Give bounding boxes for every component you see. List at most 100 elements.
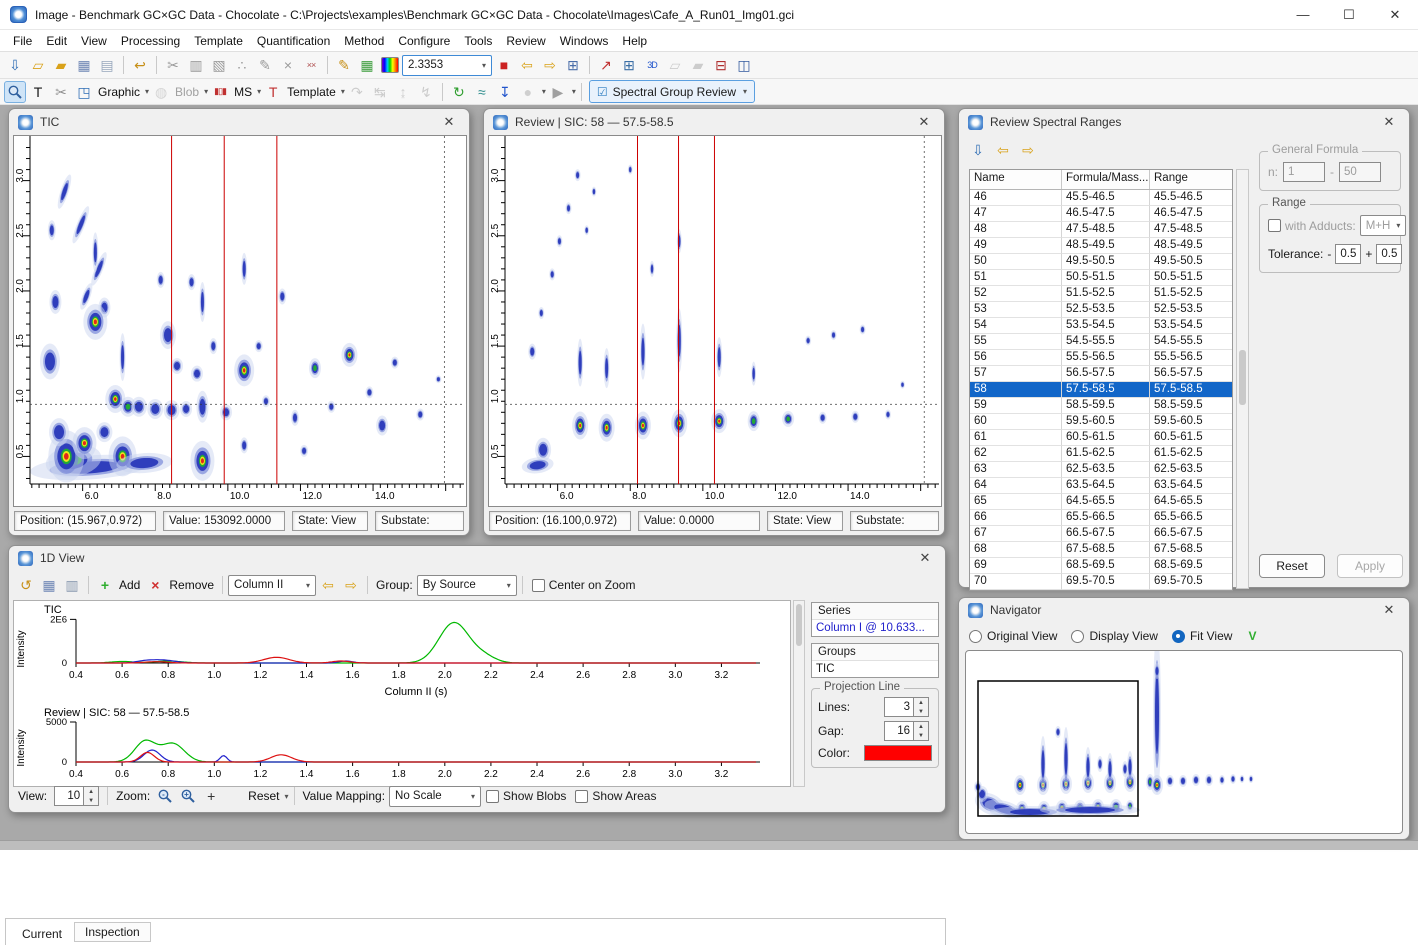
export-ranges-icon[interactable]: ⇩ xyxy=(967,139,989,161)
line-plot-icon[interactable]: ↗ xyxy=(595,54,617,76)
table-row[interactable]: 4847.5-48.547.5-48.5 xyxy=(970,222,1232,238)
copy-1d-icon[interactable]: ▥ xyxy=(61,574,83,596)
menu-edit[interactable]: Edit xyxy=(39,32,74,50)
back-icon[interactable]: ⇦ xyxy=(516,54,538,76)
close-icon[interactable]: ✕ xyxy=(913,114,935,130)
table-row[interactable]: 5857.5-58.557.5-58.5 xyxy=(970,382,1232,398)
graphic-tool[interactable]: ◳Graphic▾ xyxy=(73,81,149,103)
template-tool[interactable]: TTemplate▾ xyxy=(262,81,345,103)
lines-spinner[interactable]: 3▲▼ xyxy=(884,697,929,717)
paste-icon[interactable]: ▧ xyxy=(208,54,230,76)
zoom-tool-icon[interactable] xyxy=(4,81,26,103)
spectral-window-titlebar[interactable]: Review Spectral Ranges ✕ xyxy=(959,109,1409,135)
remove-plot-button[interactable]: ×Remove xyxy=(144,574,217,596)
table-row[interactable]: 4645.5-46.545.5-46.5 xyxy=(970,190,1232,206)
table-row[interactable]: 5251.5-52.551.5-52.5 xyxy=(970,286,1232,302)
center-on-zoom-checkbox-box[interactable] xyxy=(532,579,545,592)
colormap-value-combo[interactable]: 2.3353▾ xyxy=(402,55,492,76)
stop-icon[interactable]: ■ xyxy=(493,54,515,76)
open-image-icon[interactable]: ▱ xyxy=(27,54,49,76)
review-plot[interactable]: 6.08.010.012.014.00.51.01.52.02.53.0 xyxy=(488,135,942,507)
oned-scrollbar[interactable] xyxy=(793,600,805,787)
column-header-name[interactable]: Name xyxy=(970,170,1062,189)
table-header[interactable]: Name Formula/Mass... Range xyxy=(970,170,1232,190)
zoom-out-icon[interactable]: - xyxy=(154,785,176,807)
tab-current[interactable]: Current xyxy=(10,923,74,945)
radio-display-view[interactable]: Display View xyxy=(1071,629,1157,643)
prev-range-icon[interactable]: ⇦ xyxy=(992,139,1014,161)
close-icon[interactable]: ✕ xyxy=(914,550,936,566)
table-row[interactable]: 6564.5-65.564.5-65.5 xyxy=(970,494,1232,510)
n-from-field[interactable]: 1 xyxy=(1283,162,1325,182)
add-plot-button[interactable]: +Add xyxy=(94,574,143,596)
template-tool-icon[interactable]: T xyxy=(262,81,284,103)
table-row[interactable]: 5453.5-54.553.5-54.5 xyxy=(970,318,1232,334)
navigator-titlebar[interactable]: Navigator ✕ xyxy=(959,598,1409,622)
adducts-combo[interactable]: M+H▾ xyxy=(1360,215,1407,236)
template-apply-icon[interactable]: ↯ xyxy=(415,81,437,103)
image-list-icon[interactable]: ▱ xyxy=(664,54,686,76)
table-row[interactable]: 6362.5-63.562.5-63.5 xyxy=(970,462,1232,478)
revert-image-icon[interactable]: ▰ xyxy=(50,54,72,76)
table-row[interactable]: 5756.5-57.556.5-57.5 xyxy=(970,366,1232,382)
annotate-pen-icon[interactable]: ✎ xyxy=(333,54,355,76)
refresh-1d-icon[interactable]: ↺ xyxy=(15,574,37,596)
baseline-icon[interactable]: ↧ xyxy=(494,81,516,103)
view-count-spinner[interactable]: 10▲▼ xyxy=(54,786,99,806)
apply-button[interactable]: Apply xyxy=(1337,554,1403,578)
radio-fit-view[interactable]: Fit View xyxy=(1172,629,1232,643)
tic-window-titlebar[interactable]: TIC ✕ xyxy=(9,109,469,135)
show-blobs-checkbox[interactable]: Show Blobs xyxy=(486,789,566,803)
show-blobs-checkbox-box[interactable] xyxy=(486,790,499,803)
next-line-icon[interactable]: ⇨ xyxy=(340,574,362,596)
table-row[interactable]: 5958.5-59.558.5-59.5 xyxy=(970,398,1232,414)
colormap-icon[interactable] xyxy=(379,54,401,76)
blob-table-icon[interactable]: ⊟ xyxy=(710,54,732,76)
menu-file[interactable]: File xyxy=(6,32,39,50)
paste-special-icon[interactable]: ∴ xyxy=(231,54,253,76)
zoom-in-icon[interactable]: + xyxy=(177,785,199,807)
tolerance-minus-field[interactable]: 0.5 xyxy=(1335,244,1361,264)
table-row[interactable]: 6968.5-69.568.5-69.5 xyxy=(970,558,1232,574)
print-icon[interactable]: ▤ xyxy=(96,54,118,76)
radio-dot[interactable] xyxy=(1071,630,1084,643)
projection-color-swatch[interactable] xyxy=(864,745,932,761)
menu-windows[interactable]: Windows xyxy=(553,32,616,50)
hand-tool-icon[interactable]: ▶ xyxy=(547,81,569,103)
table-scrollbar[interactable] xyxy=(1236,169,1249,589)
menu-help[interactable]: Help xyxy=(615,32,654,50)
menu-quantification[interactable]: Quantification xyxy=(250,32,337,50)
spectral-ranges-table[interactable]: Name Formula/Mass... Range 4645.5-46.545… xyxy=(969,169,1233,591)
close-button[interactable]: ✕ xyxy=(1372,0,1418,30)
series-item[interactable]: Column I @ 10.633... xyxy=(812,620,938,636)
undo-icon[interactable]: ↩ xyxy=(129,54,151,76)
table-row[interactable]: 6867.5-68.567.5-68.5 xyxy=(970,542,1232,558)
zoom-window-icon[interactable]: ⊞ xyxy=(562,54,584,76)
reset-button[interactable]: Reset xyxy=(1259,554,1325,578)
n-to-field[interactable]: 50 xyxy=(1339,162,1381,182)
column-header-range[interactable]: Range xyxy=(1150,170,1232,189)
group-combo[interactable]: By Source▾ xyxy=(417,575,517,596)
table-row[interactable]: 4746.5-47.546.5-47.5 xyxy=(970,206,1232,222)
show-areas-checkbox[interactable]: Show Areas xyxy=(575,789,656,803)
value-mapping-combo[interactable]: No Scale▾ xyxy=(389,786,481,807)
menu-review[interactable]: Review xyxy=(499,32,552,50)
sphere-tool-icon[interactable]: ● xyxy=(517,81,539,103)
gap-spinner[interactable]: 16▲▼ xyxy=(884,721,929,741)
close-icon[interactable]: ✕ xyxy=(1378,602,1400,618)
tic-plot[interactable]: 6.08.010.012.014.00.51.01.52.02.53.0 xyxy=(13,135,467,507)
table-row[interactable]: 6160.5-61.560.5-61.5 xyxy=(970,430,1232,446)
template-transform-icon[interactable]: ↷ xyxy=(346,81,368,103)
import-image-icon[interactable]: ⇩ xyxy=(4,54,26,76)
reset-zoom-button[interactable]: Reset▾ xyxy=(223,785,288,807)
maximize-button[interactable]: ☐ xyxy=(1326,0,1372,30)
review-window-titlebar[interactable]: Review | SIC: 58 — 57.5-58.5 ✕ xyxy=(484,109,944,135)
minimize-button[interactable]: — xyxy=(1280,0,1326,30)
tolerance-plus-field[interactable]: 0.5 xyxy=(1376,244,1402,264)
save-image-icon[interactable]: ▦ xyxy=(73,54,95,76)
delete-multiple-icon[interactable]: ×× xyxy=(300,54,322,76)
graphic-tool-icon[interactable]: ◳ xyxy=(73,81,95,103)
menu-processing[interactable]: Processing xyxy=(114,32,187,50)
pan-icon[interactable]: + xyxy=(200,785,222,807)
table-row[interactable]: 5554.5-55.554.5-55.5 xyxy=(970,334,1232,350)
